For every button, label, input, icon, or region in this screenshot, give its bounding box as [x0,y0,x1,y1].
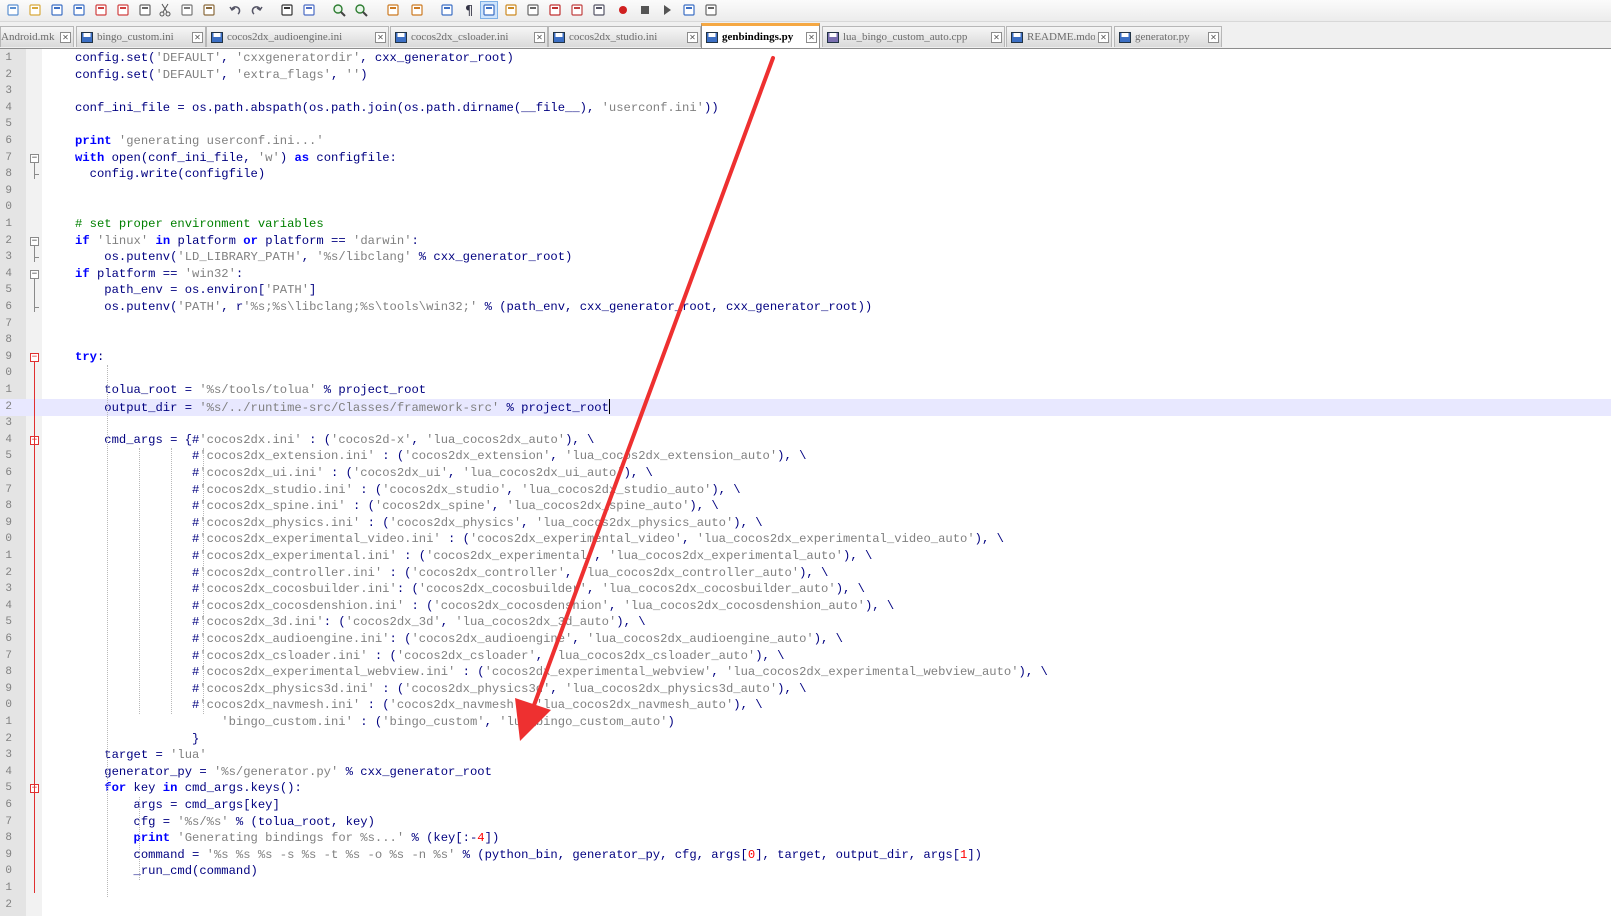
red-arrow-annotation [515,56,775,741]
arrowhead [515,698,551,741]
arrow-shaft [528,56,775,718]
